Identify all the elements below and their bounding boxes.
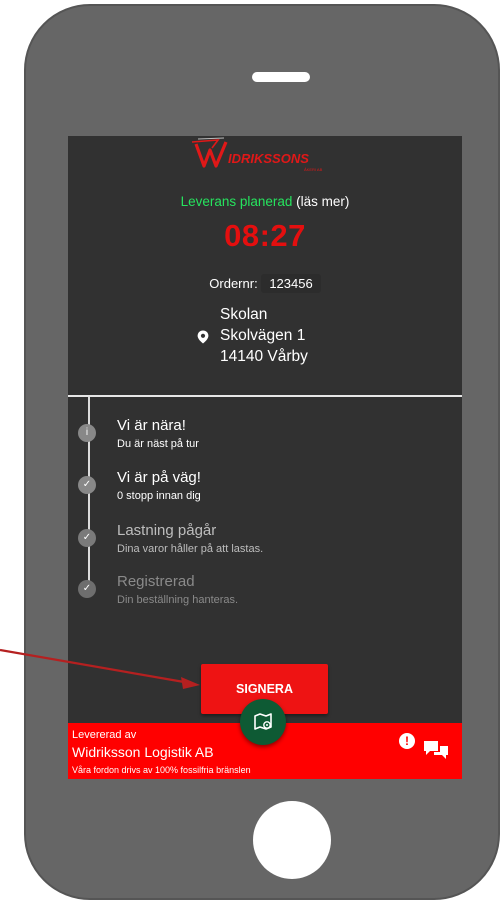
address-line-3: 14140 Vårby [220, 348, 308, 365]
timeline-step-nearby: i Vi är nära! Du är näst på tur [78, 417, 438, 461]
step-subtitle: Dina varor håller på att lastas. [117, 543, 264, 555]
delivery-address: Skolan Skolvägen 1 14140 Vårby [220, 304, 308, 367]
check-icon: ✓ [78, 529, 96, 547]
app-screen: IDRIKSSONS ÅKERI AB Leverans planerad (l… [68, 136, 462, 779]
step-subtitle: Du är näst på tur [117, 438, 199, 450]
step-title: Registrerad [117, 573, 195, 590]
step-subtitle: 0 stopp innan dig [117, 490, 201, 502]
check-icon: ✓ [78, 476, 96, 494]
address-line-1: Skolan [220, 306, 268, 323]
info-icon: i [78, 424, 96, 442]
timeline-step-loading: ✓ Lastning pågår Dina varor håller på at… [78, 522, 438, 566]
company-logo: IDRIKSSONS ÅKERI AB [188, 136, 348, 174]
timeline-step-registered: ✓ Registrerad Din beställning hanteras. [78, 573, 438, 617]
delivery-status: Leverans planerad (läs mer) [68, 194, 462, 209]
phone-home-button[interactable] [253, 801, 331, 879]
logo-wordmark: IDRIKSSONS [228, 151, 309, 166]
address-line-2: Skolvägen 1 [220, 327, 306, 344]
step-title: Lastning pågår [117, 522, 217, 539]
step-title: Vi är nära! [117, 417, 186, 434]
step-subtitle: Din beställning hanteras. [117, 594, 239, 606]
order-number: 123456 [261, 274, 321, 293]
delivered-by-label: Levererad av [72, 729, 137, 741]
alert-icon[interactable]: ! [399, 733, 415, 749]
status-label: Leverans planerad [180, 194, 293, 209]
order-label: Ordernr: [209, 276, 258, 291]
delivery-time: 08:27 [224, 218, 306, 253]
check-icon: ✓ [78, 580, 96, 598]
order-number-row: Ordernr: 123456 [68, 274, 462, 293]
chat-icon[interactable] [423, 739, 449, 761]
step-title: Vi är på väg! [117, 469, 201, 486]
map-button[interactable] [240, 699, 286, 745]
location-pin-icon [197, 330, 209, 344]
logo-subtext: ÅKERI AB [304, 167, 323, 172]
map-location-icon [254, 713, 272, 730]
phone-speaker [252, 72, 310, 82]
read-more-link[interactable]: (läs mer) [296, 194, 349, 209]
section-divider [68, 395, 462, 397]
timeline-step-on-the-way: ✓ Vi är på väg! 0 stopp innan dig [78, 469, 438, 513]
company-name: Widriksson Logistik AB [72, 744, 214, 760]
eco-statement: Våra fordon drivs av 100% fossilfria brä… [72, 765, 251, 775]
